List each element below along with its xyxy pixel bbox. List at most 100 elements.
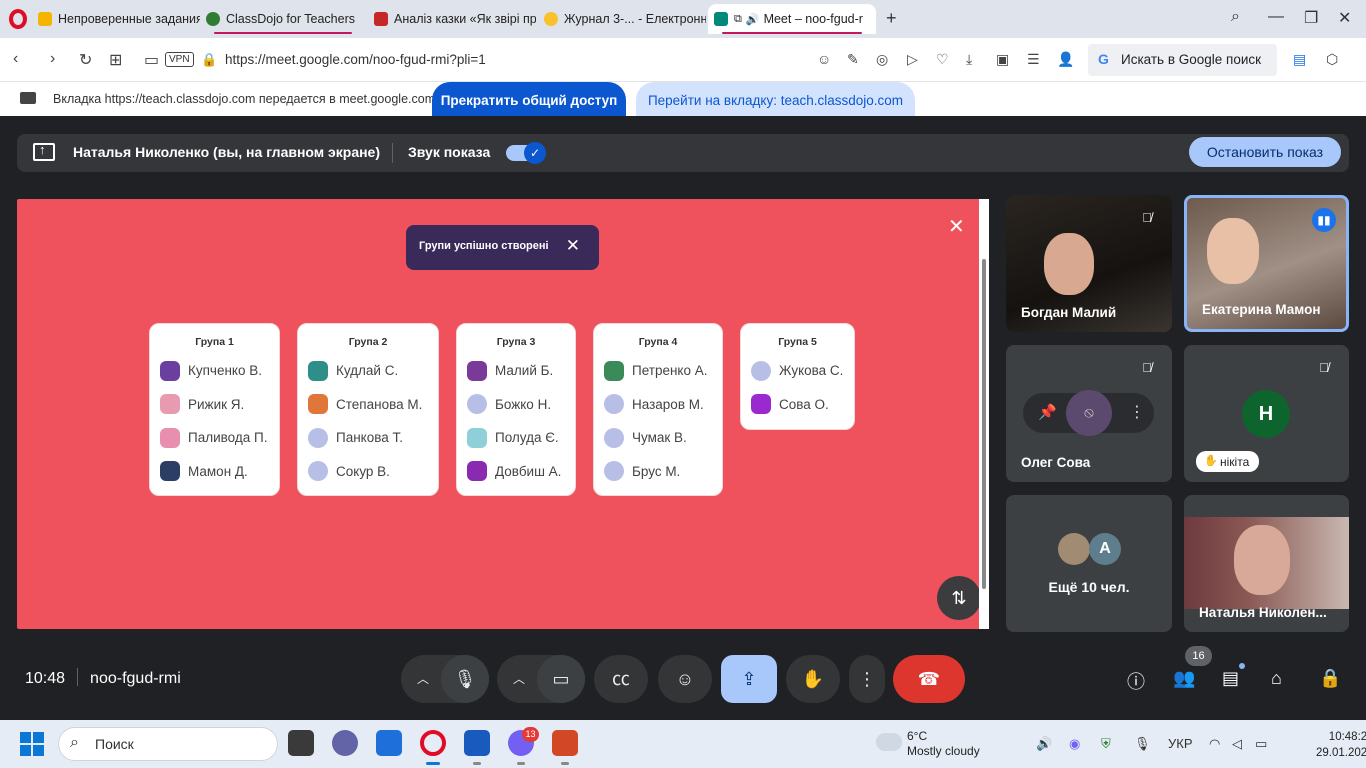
close-icon[interactable]: ✕	[1338, 8, 1351, 28]
present-button[interactable]: ⇪	[721, 655, 777, 703]
forward-icon[interactable]: ›	[50, 50, 55, 68]
camera-icon[interactable]: ▭	[144, 50, 159, 70]
tabs-grid-icon[interactable]: ⊞	[109, 50, 122, 70]
restore-icon[interactable]: ❐	[1304, 8, 1318, 28]
more-participants-tile[interactable]: А Ещё 10 чел.	[1006, 495, 1172, 632]
participant-tile-katerina[interactable]: ▮▮ Екатерина Мамон	[1184, 195, 1349, 332]
wifi-icon[interactable]: ◠	[1209, 736, 1220, 752]
microphone-icon[interactable]: 🎙	[1134, 736, 1151, 752]
viber-tray-icon[interactable]: ◉	[1069, 736, 1080, 752]
stop-sharing-button[interactable]: Прекратить общий доступ	[432, 82, 626, 118]
menu-lines-icon[interactable]: ☰	[1027, 51, 1040, 68]
mute-participant-icon[interactable]: ⦸	[1066, 390, 1112, 436]
teams-icon[interactable]	[332, 730, 358, 756]
list-item[interactable]: Жукова С.	[741, 354, 854, 388]
minimize-icon[interactable]: —	[1268, 8, 1284, 26]
list-item[interactable]: Купченко В.	[150, 354, 279, 388]
system-clock[interactable]: 10:48:27 29.01.2025	[1316, 729, 1366, 761]
list-item[interactable]: Брус М.	[594, 455, 722, 489]
list-item[interactable]: Степанова М.	[298, 388, 438, 422]
task-view-icon[interactable]	[288, 730, 314, 756]
participant-tile-bogdan[interactable]: 🎙̸ Богдан Малий	[1006, 195, 1172, 332]
list-item[interactable]: Малий Б.	[457, 354, 575, 388]
share-audio-toggle[interactable]: ✓	[506, 142, 546, 164]
raise-hand-button[interactable]: ✋	[786, 655, 840, 703]
list-item[interactable]: Мамон Д.	[150, 455, 279, 489]
tab-classdojo[interactable]: ClassDojo for Teachers	[200, 4, 366, 34]
lock-icon[interactable]: 🔒	[201, 52, 217, 68]
vpn-badge[interactable]: VPN	[165, 52, 194, 67]
heart-icon[interactable]: ♡	[936, 51, 949, 68]
snapshot-icon[interactable]: ◎	[876, 51, 888, 68]
more-options-icon[interactable]: ⋮	[1129, 402, 1145, 422]
list-item[interactable]: Чумак В.	[594, 421, 722, 455]
powerpoint-icon[interactable]	[552, 730, 578, 756]
tab-journal[interactable]: Журнал 3-... - Електронні	[538, 4, 706, 34]
send-icon[interactable]: ▷	[907, 51, 918, 68]
tab-meet[interactable]: ⧉ 🔊 Meet – noo-fgud-r	[708, 4, 876, 34]
camera-icon[interactable]: ▭	[537, 655, 585, 703]
reload-icon[interactable]: ↻	[79, 50, 92, 70]
chevron-up-icon[interactable]: ︿	[417, 655, 429, 703]
list-item[interactable]: Божко Н.	[457, 388, 575, 422]
new-tab-icon[interactable]: +	[886, 8, 897, 29]
emoji-icon[interactable]: ☺	[817, 51, 831, 67]
url-field[interactable]: https://meet.google.com/noo-fgud-rmi?pli…	[225, 52, 486, 67]
download-icon[interactable]: ⤓	[966, 51, 972, 68]
stop-presenting-button[interactable]: Остановить показ	[1189, 137, 1341, 167]
list-item[interactable]: Назаров М.	[594, 388, 722, 422]
speaker-icon[interactable]: 🔊	[1036, 736, 1052, 752]
store-icon[interactable]	[376, 730, 402, 756]
google-search-box[interactable]: G Искать в Google поиск	[1088, 44, 1277, 76]
language-indicator[interactable]: УКР	[1168, 736, 1193, 751]
pip-icon[interactable]: ⧉	[734, 13, 742, 26]
opera-icon[interactable]	[420, 730, 446, 756]
list-item[interactable]: Рижик Я.	[150, 388, 279, 422]
battery-icon[interactable]: ▭	[1255, 736, 1267, 752]
word-icon[interactable]	[464, 730, 490, 756]
list-item[interactable]: Довбиш А.	[457, 455, 575, 489]
list-item[interactable]: Полуда Є.	[457, 421, 575, 455]
tab-fairy-tale-analysis[interactable]: Аналіз казки «Як звірі пр	[368, 4, 536, 34]
profile-icon[interactable]: 👤	[1057, 51, 1074, 68]
list-item[interactable]: Панкова Т.	[298, 421, 438, 455]
opera-logo-icon[interactable]	[9, 9, 27, 29]
leave-call-button[interactable]: ☎	[893, 655, 965, 703]
cast-icon[interactable]: ▣	[996, 51, 1009, 68]
host-controls-icon[interactable]: 🔒	[1319, 668, 1341, 689]
volume-icon[interactable]: ◁	[1232, 736, 1242, 752]
chat-icon[interactable]: ▤	[1222, 668, 1239, 689]
taskbar-search[interactable]: ⌕ Поиск	[58, 727, 278, 761]
scrollbar[interactable]	[979, 199, 989, 629]
activities-icon[interactable]: ⌂	[1271, 668, 1282, 689]
back-icon[interactable]: ‹	[13, 50, 18, 68]
captions-button[interactable]: ㏄	[594, 655, 648, 703]
emoji-reactions-button[interactable]: ☺	[658, 655, 712, 703]
list-item[interactable]: Сокур В.	[298, 455, 438, 489]
edit-icon[interactable]: ✎	[847, 51, 859, 68]
pin-icon[interactable]: 📌	[1038, 403, 1057, 421]
list-item[interactable]: Сова О.	[741, 388, 854, 422]
list-item[interactable]: Паливода П.	[150, 421, 279, 455]
tab-unchecked-tasks[interactable]: Непроверенные задания	[32, 4, 200, 34]
chevron-up-icon[interactable]: ︿	[513, 655, 525, 703]
close-toast-icon[interactable]: ✕	[566, 236, 580, 256]
participant-tile-nikita[interactable]: 🎙̸ Н ✋ нікіта	[1184, 345, 1349, 482]
swap-layout-button[interactable]: ⇅	[937, 576, 981, 620]
more-options-button[interactable]: ⋮	[849, 655, 885, 703]
people-icon[interactable]: 👥	[1173, 668, 1195, 689]
search-icon[interactable]: ⌕	[1231, 8, 1240, 26]
shield-icon[interactable]: ⛨	[1101, 736, 1111, 752]
participant-tile-oleg[interactable]: 🎙̸ 📌 ⦸ ⋮ Олег Сова	[1006, 345, 1172, 482]
microphone-icon[interactable]: 🎙	[441, 655, 489, 703]
sidebar-icon[interactable]: ▤	[1293, 51, 1306, 68]
list-item[interactable]: Петренко А.	[594, 354, 722, 388]
close-icon[interactable]: ✕	[948, 214, 965, 239]
start-menu-icon[interactable]	[20, 732, 44, 756]
list-item[interactable]: Кудлай С.	[298, 354, 438, 388]
weather-widget[interactable]: 6°C Mostly cloudy	[907, 729, 980, 759]
meeting-details-icon[interactable]: ⓘ	[1127, 668, 1145, 694]
participant-tile-natalia[interactable]: Наталья Николен...	[1184, 495, 1349, 632]
go-to-tab-button[interactable]: Перейти на вкладку: teach.classdojo.com	[636, 82, 915, 118]
extensions-icon[interactable]: ⬡	[1326, 51, 1338, 68]
